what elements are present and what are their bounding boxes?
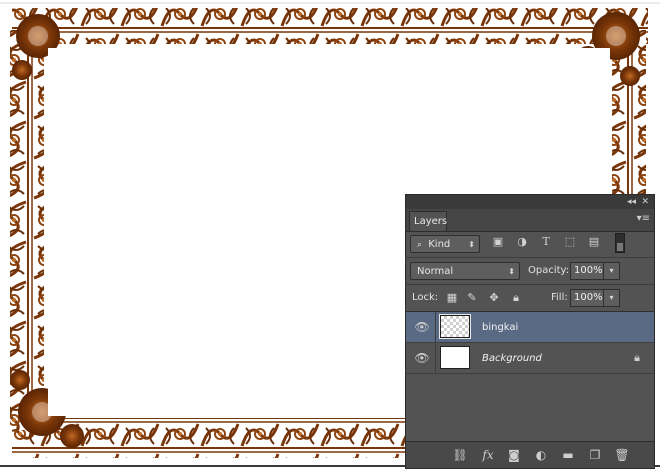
image-filter-icon[interactable]: ▣ (491, 235, 505, 249)
updown-arrow-icon: ⬍ (468, 240, 475, 249)
tab-layers[interactable]: Layers (409, 211, 447, 231)
type-filter-icon[interactable]: T (539, 235, 553, 249)
delete-icon[interactable]: 🗑︎ (614, 448, 630, 462)
lock-all-icon[interactable]: 🔒︎ (510, 289, 522, 307)
fill-dropdown-arrow[interactable]: ▾ (604, 289, 620, 307)
close-icon[interactable]: ✕ (641, 196, 649, 208)
panel-tab-row: Layers ▾≡ (406, 209, 654, 232)
shape-filter-icon[interactable]: ⬚ (563, 235, 577, 249)
frame-top-border (12, 8, 648, 44)
panel-title-strip: ◂◂ ✕ (406, 195, 654, 210)
layers-panel: ◂◂ ✕ Layers ▾≡ ⌕ Kind ⬍ ▣ ◑ T ⬚ ▤ Normal… (405, 194, 655, 469)
layer-row-bingkai[interactable]: 👁︎ bingkai (406, 312, 654, 343)
fx-icon[interactable]: fx (480, 448, 496, 462)
smart-object-filter-icon[interactable]: ▤ (587, 235, 601, 249)
opacity-input[interactable]: 100% (570, 262, 604, 280)
panel-menu-icon[interactable]: ▾≡ (637, 213, 650, 225)
lock-image-pixels-icon[interactable]: ✎ (466, 289, 478, 307)
filter-row: ⌕ Kind ⬍ ▣ ◑ T ⬚ ▤ (406, 231, 654, 257)
lock-transparent-pixels-icon[interactable]: ▦ (446, 289, 458, 307)
lock-icon: 🔒︎ (634, 351, 640, 364)
adjustment-layer-icon[interactable]: ◐ (533, 448, 549, 462)
eye-icon[interactable]: 👁︎ (412, 320, 432, 334)
eye-icon[interactable]: 👁︎ (412, 351, 432, 365)
layer-row-background[interactable]: 👁︎ Background 🔒︎ (406, 343, 654, 374)
layer-name[interactable]: bingkai (482, 312, 518, 343)
layer-thumbnail (440, 346, 470, 369)
search-icon: ⌕ (417, 240, 423, 250)
fill-input[interactable]: 100% (570, 289, 604, 307)
lock-row: Lock: ▦ ✎ ✥ 🔒︎ Fill: 100% ▾ (406, 285, 654, 311)
double-chevron-left-icon[interactable]: ◂◂ (627, 196, 636, 208)
opacity-label: Opacity: (528, 265, 570, 276)
blend-mode-value: Normal (417, 266, 454, 277)
link-layers-icon[interactable]: ⛓ (452, 448, 468, 462)
add-mask-icon[interactable]: ◙ (506, 448, 522, 462)
updown-arrow-icon: ⬍ (508, 267, 515, 276)
opacity-dropdown-arrow[interactable]: ▾ (604, 262, 620, 280)
filter-toggle-switch[interactable] (615, 233, 625, 253)
layer-name[interactable]: Background (482, 343, 542, 374)
layer-thumbnail (439, 314, 471, 339)
new-group-icon[interactable]: ▬ (560, 448, 576, 462)
adjustment-filter-icon[interactable]: ◑ (515, 235, 529, 249)
blend-row: Normal ⬍ Opacity: 100% ▾ (406, 258, 654, 284)
filter-kind-label: Kind (428, 239, 451, 250)
lock-position-icon[interactable]: ✥ (488, 289, 500, 307)
frame-left-border (10, 30, 44, 430)
new-layer-icon[interactable]: ❐ (587, 448, 603, 462)
blend-mode-dropdown[interactable]: Normal ⬍ (410, 262, 520, 280)
fill-label: Fill: (551, 292, 568, 303)
lock-label: Lock: (412, 292, 439, 303)
filter-kind-dropdown[interactable]: ⌕ Kind ⬍ (410, 235, 480, 253)
layers-bottom-toolbar: ⛓ fx ◙ ◐ ▬ ❐ 🗑︎ (406, 441, 654, 468)
